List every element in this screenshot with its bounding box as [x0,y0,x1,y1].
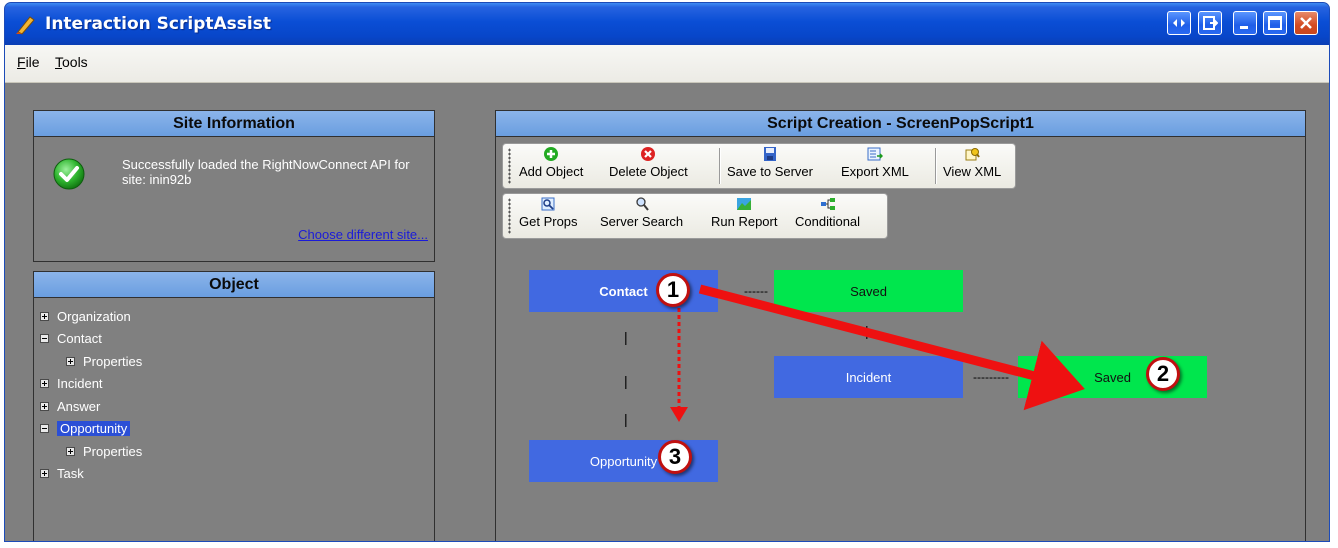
close-icon [1300,17,1312,29]
tree-item[interactable]: Task [40,464,84,484]
toolbar-grip[interactable] [508,148,511,184]
app-logo-icon [16,16,35,35]
menu-file-rest: ile [25,54,40,70]
tree-item[interactable]: Answer [40,396,100,416]
expand-icon[interactable] [66,356,75,366]
add-object-label: Add Object [519,164,584,179]
tree-item-label: Answer [57,398,101,414]
site-information-panel: Site Information Successfully loaded the… [33,110,435,262]
collapse-icon[interactable] [40,424,49,433]
run-report-icon [737,198,752,210]
expand-icon[interactable] [40,311,49,321]
tree-item-label: Incident [57,376,103,391]
save-to-server-button[interactable]: Save to Server [727,146,813,179]
expand-icon[interactable] [40,469,49,478]
script-creation-title: Script Creation - ScreenPopScript1 [496,111,1305,137]
expand-icon[interactable] [66,446,75,456]
export-xml-label: Export XML [841,164,909,179]
add-object-button[interactable]: Add Object [519,146,583,179]
toolbar-grip[interactable] [508,198,511,234]
object-panel: Object Organization Contact Properties Inci… [33,271,435,541]
menu-tools-accelerator: T [55,54,62,70]
menu-file[interactable]: File [17,54,40,70]
tree-item-label: Task [57,466,84,481]
success-check-icon [53,158,85,190]
title-bar[interactable]: Interaction ScriptAssist [5,3,1329,45]
tree-item[interactable]: Opportunity [40,419,131,439]
connector-contact-saved: ------ [744,284,768,298]
get-props-label: Get Props [519,214,578,229]
node-incident[interactable]: Incident [774,356,963,398]
expand-icon[interactable] [40,379,49,388]
get-props-button[interactable]: Get Props [519,196,578,229]
view-xml-icon [965,148,980,161]
tree-item-label: Opportunity [57,421,131,436]
expand-icon[interactable] [40,401,49,411]
minimize-icon [1240,26,1248,29]
toolbar-separator [719,148,720,184]
delete-object-label: Delete Object [609,164,688,179]
tree-item-label: Properties [83,443,143,459]
site-information-title: Site Information [34,111,434,137]
save-icon [764,147,776,161]
script-creation-panel: Script Creation - ScreenPopScript1 Add O… [495,110,1306,541]
server-search-icon [635,197,649,211]
tree-item[interactable]: Properties [66,351,142,371]
menu-tools[interactable]: Tools [55,54,88,70]
annotation-badge-1: 1 [656,273,690,307]
tree-item-label: Contact [57,331,102,346]
server-search-label: Server Search [600,214,684,229]
restore-size-icon [1173,19,1185,27]
tree-item[interactable]: Organization [40,306,131,326]
get-props-icon [541,197,555,211]
conditional-label: Conditional [795,214,861,229]
toolbar-primary: Add Object Delete Object Save to Server … [502,143,1016,189]
connector-vertical: | [624,411,628,427]
delete-object-button[interactable]: Delete Object [609,146,688,179]
export-xml-icon [867,147,883,161]
tree-item[interactable]: Contact [40,329,102,349]
connector-vertical: | [624,373,628,389]
collapse-icon[interactable] [40,334,49,343]
toolbar-separator [935,148,936,184]
save-to-server-label: Save to Server [727,164,813,179]
site-status-message: Successfully loaded the RightNowConnect … [122,157,410,187]
menu-tools-rest: ools [62,54,88,70]
add-icon [544,147,559,161]
menu-file-accelerator: F [17,54,26,70]
conditional-button[interactable]: Conditional [795,196,860,229]
run-report-button[interactable]: Run Report [711,196,777,229]
export-icon [1203,16,1218,30]
view-xml-button[interactable]: View XML [943,146,1001,179]
maximize-icon [1268,16,1282,30]
window-title: Interaction ScriptAssist [45,14,271,34]
view-xml-label: View XML [943,164,1002,179]
toolbar-secondary: Get Props Server Search Run Report Condi… [502,193,888,239]
minimize-button[interactable] [1233,11,1257,35]
server-search-button[interactable]: Server Search [600,196,683,229]
connector-vertical: | [865,323,869,339]
export-button[interactable] [1198,11,1222,35]
delete-icon [641,147,656,161]
restore-size-button[interactable] [1167,11,1191,35]
maximize-button[interactable] [1263,11,1287,35]
annotation-badge-2: 2 [1146,357,1180,391]
tree-item-label: Organization [57,308,131,324]
menu-bar: File Tools [5,45,1329,83]
tree-item-label: Properties [83,353,143,369]
connector-incident-saved: --------- [973,370,1009,384]
annotation-badge-3: 3 [658,440,692,474]
run-report-label: Run Report [711,214,778,229]
tree-item[interactable]: Properties [66,441,142,461]
export-xml-button[interactable]: Export XML [841,146,909,179]
connector-vertical: | [624,329,628,345]
choose-different-site-link[interactable]: Choose different site... [298,227,428,242]
node-saved-contact[interactable]: Saved [774,270,963,312]
conditional-icon [820,198,835,210]
close-button[interactable] [1294,11,1318,35]
object-panel-title: Object [34,272,434,298]
tree-item[interactable]: Incident [40,374,103,394]
